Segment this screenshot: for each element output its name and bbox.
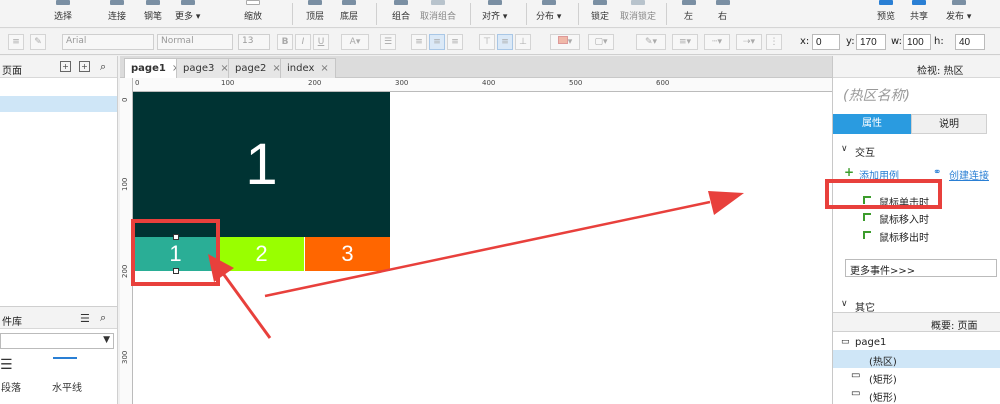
rectangle-icon: ▭ — [851, 370, 861, 381]
page-icon: ▭ — [841, 337, 850, 347]
more-events-select[interactable]: 更多事件>>> — [845, 259, 997, 277]
interaction-section-title: 交互 — [855, 148, 875, 159]
outline-item-rectangle[interactable]: ▭ (矩形) — [833, 368, 1000, 386]
event-onmouseout[interactable]: 鼠标移出时 — [879, 229, 929, 244]
outline-item-hotspot[interactable]: (热区) — [833, 350, 1000, 368]
arrow-head-up-icon — [208, 254, 234, 282]
app-window: 选择 连接 钢笔 更多 ▾ 缩放 顶层 底层 组合 取消组合 对齐 ▾ 分布 ▾… — [0, 0, 1000, 404]
rectangle-icon: ▭ — [851, 388, 861, 399]
create-link-link[interactable]: 创建连接 — [949, 167, 989, 182]
inspector-header: 检视: 热区 — [833, 56, 1000, 78]
outline-title: 概要: 页面 — [931, 321, 978, 332]
event-icon — [863, 231, 871, 239]
plus-icon[interactable]: + — [844, 165, 854, 179]
inspector-panel: 检视: 热区 (热区名称) 属性 说明 ∨ 交互 + 添加用例 ⚭ 创建连接 鼠… — [832, 56, 1000, 404]
link-icon[interactable]: ⚭ — [933, 167, 941, 178]
arrow-line-up — [220, 271, 272, 339]
arrow-line-right — [264, 200, 711, 298]
chevron-down-icon[interactable]: ∨ — [841, 144, 848, 154]
event-onmouseenter[interactable]: 鼠标移入时 — [879, 211, 929, 226]
chevron-down-icon[interactable]: ∨ — [841, 299, 848, 309]
event-icon — [863, 213, 871, 221]
tab-notes[interactable]: 说明 — [911, 114, 987, 134]
tab-properties[interactable]: 属性 — [833, 114, 911, 134]
outline-item-rectangle[interactable]: ▭ (矩形) — [833, 386, 1000, 404]
hotspot-name-field[interactable]: (热区名称) — [843, 85, 910, 105]
highlight-box-onclick — [825, 179, 942, 209]
arrow-head-right-icon — [708, 191, 744, 215]
outline-header: 概要: 页面 — [833, 312, 1000, 332]
inspector-title: 检视: 热区 — [917, 66, 964, 77]
